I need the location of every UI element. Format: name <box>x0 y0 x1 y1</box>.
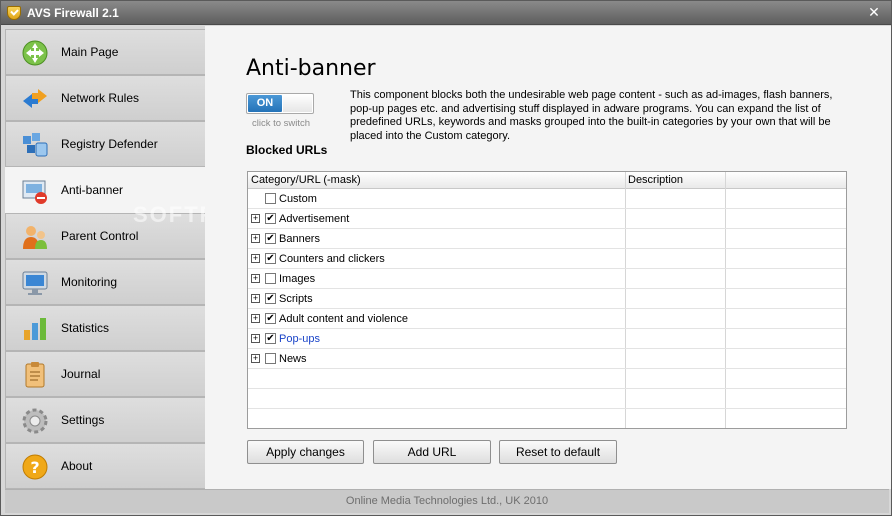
expand-icon[interactable]: + <box>251 294 260 303</box>
row-checkbox[interactable]: ✔ <box>265 333 276 344</box>
row-label: Pop-ups <box>279 333 320 345</box>
table-row[interactable]: + ✔ Pop-ups <box>248 329 846 349</box>
row-label: Counters and clickers <box>279 253 385 265</box>
blocked-urls-table: Category/URL (-mask) Description Custom … <box>247 171 847 429</box>
page-title: Anti-banner <box>246 56 376 81</box>
row-label: Banners <box>279 233 320 245</box>
shield-icon <box>7 6 21 20</box>
sidebar-item-main-page[interactable]: Main Page <box>5 29 205 75</box>
copyright-text: Online Media Technologies Ltd., UK 2010 <box>345 495 549 507</box>
row-label: Images <box>279 273 316 285</box>
sidebar-item-label: Settings <box>61 413 105 427</box>
network-rules-icon <box>23 89 47 108</box>
sidebar-item-settings[interactable]: Settings <box>5 397 205 443</box>
section-title: Blocked URLs <box>246 143 328 157</box>
sidebar: Main Page Network Rules Registry Defende… <box>5 29 275 489</box>
column-header-description[interactable]: Description <box>628 174 683 186</box>
app-window: AVS Firewall 2.1 ✕ Main Page Network Rul… <box>0 0 892 516</box>
expand-icon[interactable]: + <box>251 234 260 243</box>
row-checkbox[interactable] <box>265 273 276 284</box>
gear-icon <box>22 408 48 434</box>
sidebar-item-statistics[interactable]: Statistics <box>5 305 205 351</box>
main-page-icon <box>22 40 48 66</box>
table-row[interactable]: + ✔ Advertisement <box>248 209 846 229</box>
table-row[interactable]: + Images <box>248 269 846 289</box>
expand-icon[interactable]: + <box>251 314 260 323</box>
table-row[interactable]: + ✔ Banners <box>248 229 846 249</box>
registry-defender-icon <box>23 133 48 157</box>
sidebar-item-registry-defender[interactable]: Registry Defender <box>5 121 205 167</box>
row-checkbox[interactable] <box>265 353 276 364</box>
table-row[interactable]: + ✔ Counters and clickers <box>248 249 846 269</box>
close-button[interactable]: ✕ <box>865 4 883 22</box>
status-bar: Online Media Technologies Ltd., UK 2010 <box>5 489 889 513</box>
sidebar-item-monitoring[interactable]: Monitoring <box>5 259 205 305</box>
table-row[interactable]: + News <box>248 349 846 369</box>
expand-icon[interactable]: + <box>251 354 260 363</box>
anti-banner-icon <box>22 180 47 204</box>
sidebar-item-label: Main Page <box>61 45 119 59</box>
main-panel: Anti-banner ON click to switch This comp… <box>205 26 891 489</box>
table-row[interactable]: + ✔ Scripts <box>248 289 846 309</box>
add-url-button[interactable]: Add URL <box>373 440 491 464</box>
expand-icon[interactable]: + <box>251 214 260 223</box>
expand-icon[interactable]: + <box>251 334 260 343</box>
help-icon: ? <box>22 454 48 480</box>
row-checkbox[interactable] <box>265 193 276 204</box>
row-checkbox[interactable]: ✔ <box>265 213 276 224</box>
sidebar-item-parent-control[interactable]: Parent Control <box>5 213 205 259</box>
parent-control-icon <box>23 226 47 249</box>
sidebar-item-label: Journal <box>61 367 101 381</box>
row-checkbox[interactable]: ✔ <box>265 233 276 244</box>
row-checkbox[interactable]: ✔ <box>265 253 276 264</box>
statistics-icon <box>24 318 46 340</box>
table-row-empty <box>248 389 846 409</box>
row-label: News <box>279 353 307 365</box>
row-label: Advertisement <box>279 213 350 225</box>
sidebar-item-about[interactable]: ? About <box>5 443 205 489</box>
sidebar-item-label: About <box>61 459 93 473</box>
sidebar-item-label: Registry Defender <box>61 137 158 151</box>
journal-icon <box>25 362 45 388</box>
expand-icon[interactable]: + <box>251 274 260 283</box>
svg-text:?: ? <box>30 458 39 477</box>
row-checkbox[interactable]: ✔ <box>265 293 276 304</box>
sidebar-item-label: Parent Control <box>61 229 139 243</box>
sidebar-item-network-rules[interactable]: Network Rules <box>5 75 205 121</box>
row-label: Scripts <box>279 293 313 305</box>
toggle-state: ON <box>248 95 282 112</box>
table-row-empty <box>248 409 846 429</box>
sidebar-item-journal[interactable]: Journal <box>5 351 205 397</box>
sidebar-item-label: Anti-banner <box>61 183 124 197</box>
column-header-category[interactable]: Category/URL (-mask) <box>251 174 361 186</box>
sidebar-item-label: Statistics <box>61 321 110 335</box>
reset-to-default-button[interactable]: Reset to default <box>499 440 617 464</box>
row-label: Adult content and violence <box>279 313 409 325</box>
monitor-icon <box>22 271 48 295</box>
toggle-knob <box>283 95 312 112</box>
anti-banner-toggle[interactable]: ON <box>246 93 314 114</box>
table-row[interactable]: + ✔ Adult content and violence <box>248 309 846 329</box>
apply-changes-button[interactable]: Apply changes <box>247 440 364 464</box>
table-row-empty <box>248 369 846 389</box>
row-label: Custom <box>279 193 317 205</box>
window-title: AVS Firewall 2.1 <box>27 6 119 20</box>
sidebar-item-label: Monitoring <box>61 275 118 289</box>
component-description: This component blocks both the undesirab… <box>350 89 833 142</box>
title-bar[interactable]: AVS Firewall 2.1 ✕ <box>1 1 891 25</box>
toggle-caption: click to switch <box>252 118 311 129</box>
expand-icon[interactable]: + <box>251 254 260 263</box>
table-header: Category/URL (-mask) Description <box>248 172 846 189</box>
sidebar-item-anti-banner[interactable]: Anti-banner <box>5 167 205 213</box>
table-row[interactable]: Custom <box>248 189 846 209</box>
sidebar-item-label: Network Rules <box>61 91 140 105</box>
row-checkbox[interactable]: ✔ <box>265 313 276 324</box>
